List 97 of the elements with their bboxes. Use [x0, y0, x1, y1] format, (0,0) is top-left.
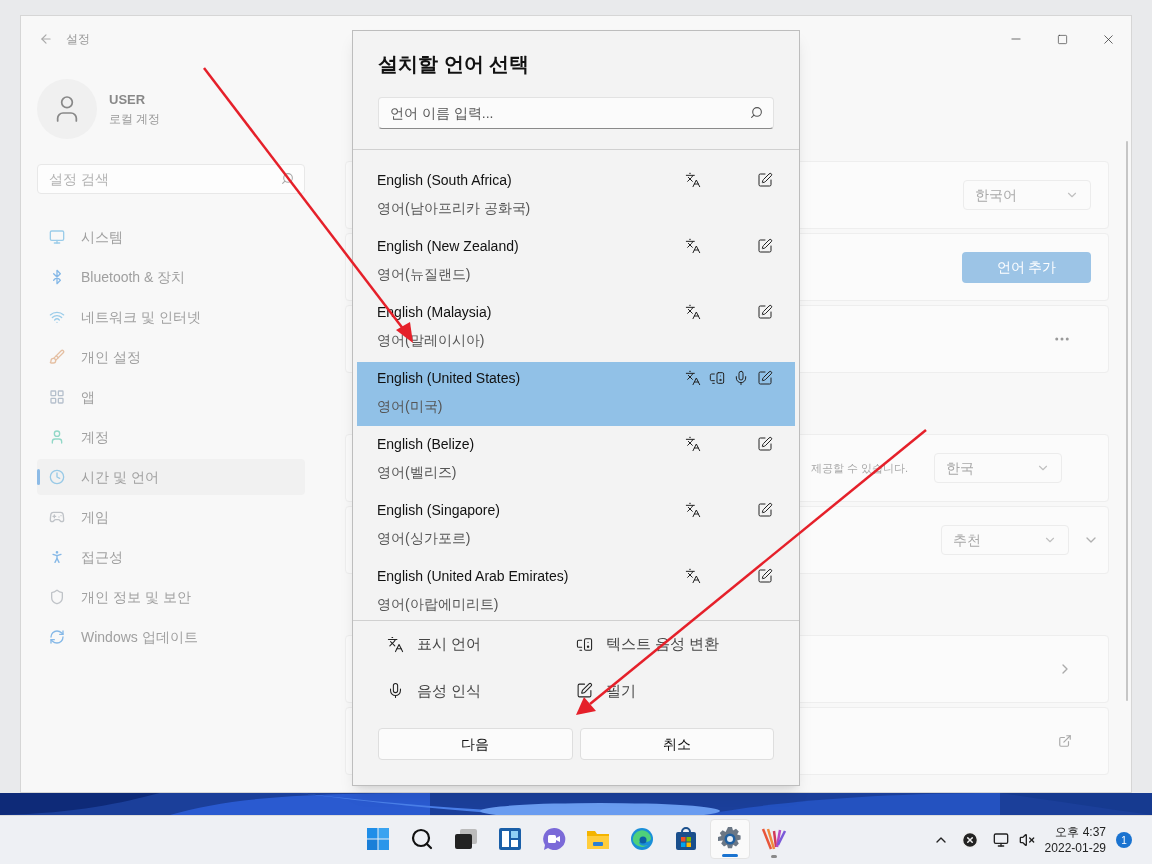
close-circle-icon[interactable]	[960, 831, 979, 849]
widgets-icon	[498, 827, 522, 851]
scrollbar[interactable]	[1126, 141, 1128, 701]
language-icon	[685, 568, 701, 584]
language-icon	[685, 172, 701, 188]
clock[interactable]: 오후 4:37 2022-01-29	[1044, 824, 1106, 856]
language-item[interactable]: English (Singapore) 영어(싱가포르)	[357, 494, 795, 558]
shield-icon	[49, 589, 65, 605]
windows-logo-icon	[366, 827, 390, 851]
legend-label: 음성 인식	[417, 680, 482, 701]
language-name: English (Belize)	[377, 435, 476, 454]
running-indicator	[771, 855, 777, 858]
sidebar-item[interactable]: Windows 업데이트	[37, 619, 305, 655]
language-item[interactable]: English (New Zealand) 영어(뉴질랜드)	[357, 230, 795, 294]
clock-icon	[49, 469, 65, 485]
pen-square-icon	[757, 172, 773, 188]
language-native-name: 영어(남아프리카 공화국)	[377, 199, 532, 218]
pen-square-icon	[576, 682, 593, 700]
language-icon	[387, 635, 404, 653]
pen-square-icon	[757, 238, 773, 254]
language-item[interactable]: English (South Africa) 영어(남아프리카 공화국)	[357, 164, 795, 228]
language-name: English (United States)	[377, 369, 522, 388]
muted-speaker-icon[interactable]	[1018, 832, 1035, 848]
edge-browser-icon	[630, 827, 654, 851]
user-name: USER	[109, 91, 147, 110]
search-icon	[410, 827, 434, 851]
pen-square-icon	[757, 370, 773, 386]
add-language-button[interactable]: 언어 추가	[962, 251, 1091, 283]
language-name: English (Singapore)	[377, 501, 501, 520]
language-item[interactable]: English (United Arab Emirates) 영어(아랍에미리트)	[357, 560, 795, 620]
dropdown[interactable]: 한국어	[963, 180, 1091, 210]
person-icon	[49, 429, 65, 445]
language-name: English (New Zealand)	[377, 237, 520, 256]
language-native-name: 영어(아랍에미리트)	[377, 595, 500, 614]
window-title: 설정	[66, 31, 90, 48]
grid-icon	[49, 389, 65, 405]
language-icon	[685, 238, 701, 254]
language-search-field[interactable]: 언어 이름 입력...	[378, 97, 774, 129]
language-icon	[685, 370, 701, 386]
language-native-name: 영어(벨리즈)	[377, 463, 458, 482]
running-indicator	[722, 854, 738, 857]
account-type: 로컬 계정	[109, 110, 161, 128]
sidebar-item[interactable]: 네트워크 및 인터넷	[37, 299, 305, 335]
legend-label: 필기	[606, 680, 636, 701]
task-view-icon	[454, 828, 478, 850]
sidebar-item[interactable]: 게임	[37, 499, 305, 535]
search-icon	[750, 106, 763, 119]
pen-square-icon	[757, 436, 773, 452]
language-item[interactable]: English (Belize) 영어(벨리즈)	[357, 428, 795, 492]
microphone-icon	[387, 682, 404, 700]
store-bag-icon	[674, 827, 698, 851]
folder-icon	[586, 828, 610, 850]
sidebar-item[interactable]: 개인 정보 및 보안	[37, 579, 305, 615]
external-link-icon[interactable]	[1058, 734, 1072, 748]
legend-label: 표시 언어	[417, 634, 482, 654]
refresh-icon	[49, 629, 65, 645]
language-name: English (South Africa)	[377, 171, 513, 190]
sidebar-item[interactable]: 시스템	[37, 219, 305, 255]
sidebar-item[interactable]: 개인 설정	[37, 339, 305, 375]
language-icon	[685, 436, 701, 452]
pen-square-icon	[757, 304, 773, 320]
microphone-icon	[733, 370, 749, 386]
chat-camera-icon	[542, 827, 566, 851]
speaker-monitor-icon	[709, 370, 725, 386]
monitor-icon	[49, 229, 65, 245]
maximize-icon	[1056, 33, 1068, 45]
language-native-name: 영어(싱가포르)	[377, 529, 472, 548]
language-native-name: 영어(미국)	[377, 397, 444, 416]
dialog-title: 설치할 언어 선택	[378, 52, 531, 77]
pen-square-icon	[757, 568, 773, 584]
dropdown[interactable]: 한국	[934, 453, 1062, 483]
language-item[interactable]: English (United States) 영어(미국)	[357, 362, 795, 426]
dialog-button[interactable]: 다음	[378, 728, 573, 760]
sidebar-item[interactable]: 시간 및 언어	[37, 459, 305, 495]
speaker-monitor-icon	[576, 635, 593, 653]
dropdown[interactable]: 추천	[941, 525, 1069, 555]
sidebar-item[interactable]: Bluetooth & 장치	[37, 259, 305, 295]
taskbar-app[interactable]	[710, 819, 750, 859]
gamepad-icon	[49, 509, 65, 525]
dialog-button[interactable]: 취소	[579, 728, 774, 760]
language-icon	[685, 502, 701, 518]
language-native-name: 영어(뉴질랜드)	[377, 265, 472, 284]
pen-square-icon	[757, 502, 773, 518]
language-name: English (United Arab Emirates)	[377, 567, 570, 586]
wifi-icon	[49, 309, 65, 325]
sidebar-item[interactable]: 계정	[37, 419, 305, 455]
selection-indicator	[37, 469, 40, 485]
language-icon	[685, 304, 701, 320]
brush-icon	[49, 349, 65, 365]
search-field[interactable]: 설정 검색	[37, 164, 305, 194]
notification-badge[interactable]: 1	[1116, 832, 1132, 848]
language-native-name: 영어(말레이시아)	[377, 331, 486, 350]
sidebar-item[interactable]: 앱	[37, 379, 305, 415]
accessibility-icon	[49, 549, 65, 565]
stripes-app-icon	[761, 827, 787, 851]
sidebar-item[interactable]: 접근성	[37, 539, 305, 575]
search-icon	[281, 172, 294, 185]
